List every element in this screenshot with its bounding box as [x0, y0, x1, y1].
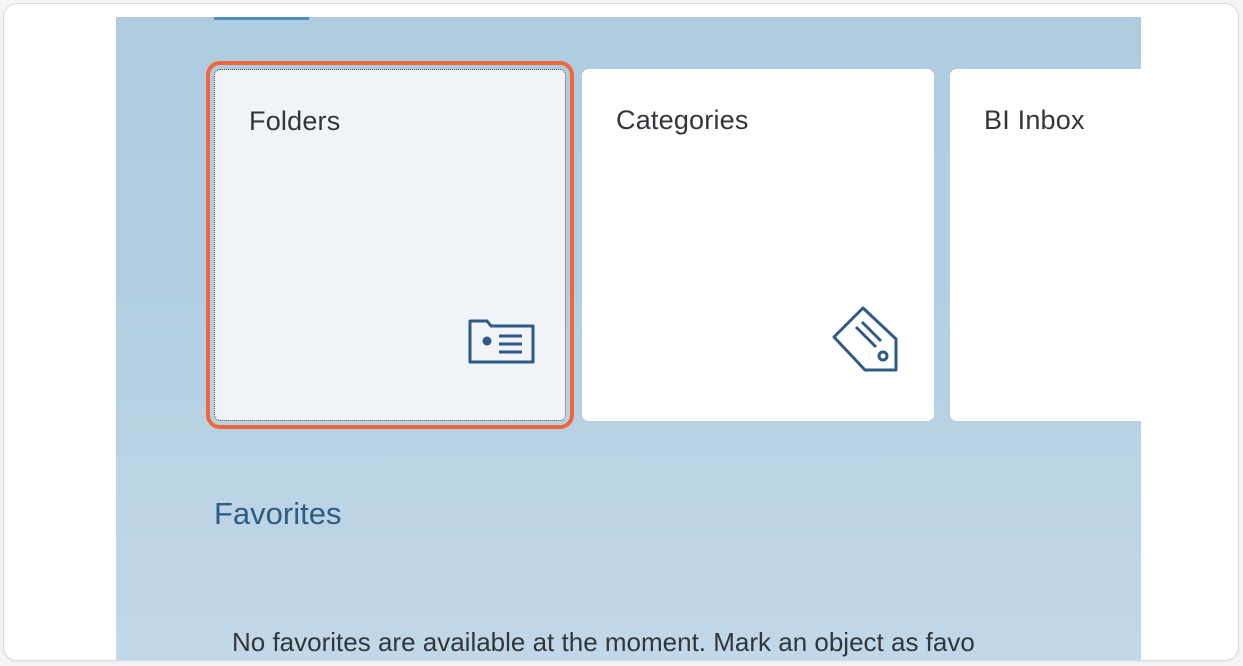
tile-group: Folders Categories BI Inbox	[206, 61, 1141, 429]
active-tab-indicator	[214, 17, 309, 20]
tile-bi-inbox[interactable]: BI Inbox	[950, 69, 1141, 421]
tile-categories[interactable]: Categories	[582, 69, 934, 421]
launchpad-shell: Folders Categories BI Inbox Favorites No…	[116, 17, 1141, 660]
favorites-empty-message: No favorites are available at the moment…	[232, 627, 975, 657]
screenshot-frame: Folders Categories BI Inbox Favorites No…	[3, 3, 1239, 661]
tile-folders[interactable]: Folders	[206, 61, 574, 429]
tag-icon	[832, 306, 902, 379]
folder-icon	[467, 316, 537, 371]
tile-title: Categories	[616, 105, 749, 135]
favorites-heading: Favorites	[214, 496, 342, 531]
tile-title: BI Inbox	[984, 105, 1085, 135]
tile-title: Folders	[249, 106, 341, 136]
